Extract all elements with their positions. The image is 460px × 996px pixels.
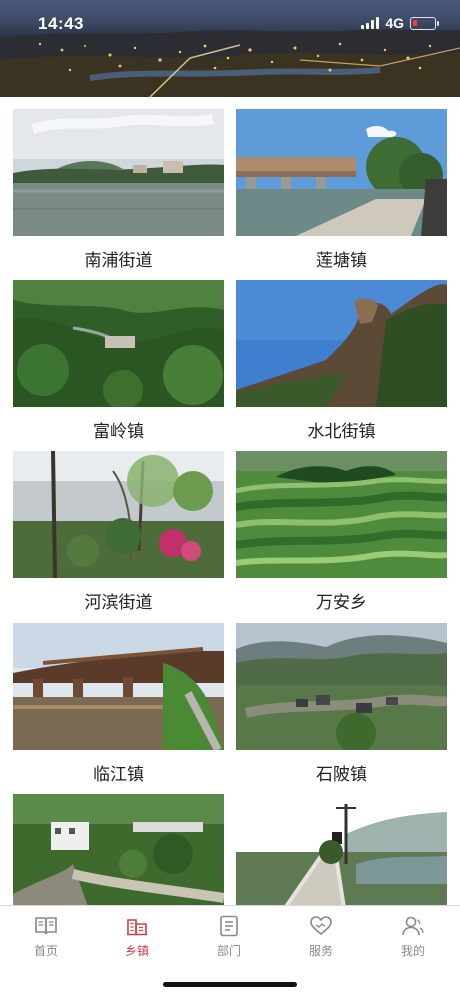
tab-home[interactable]: 首页 <box>16 914 76 959</box>
town-name: 河滨街道 <box>84 593 153 612</box>
town-name: 石陂镇 <box>316 765 367 784</box>
town-photo <box>236 794 447 905</box>
heart-hand-icon <box>310 916 332 936</box>
town-card[interactable]: 万安乡 <box>236 451 447 614</box>
status-indicators: 4G <box>361 15 439 31</box>
bottom-tab-bar: 首页 乡镇 部门 服务 我的 <box>0 905 460 996</box>
town-name: 南浦街道 <box>84 251 153 270</box>
status-time: 14:43 <box>38 14 84 33</box>
town-name: 临江镇 <box>93 765 144 784</box>
town-photo <box>13 623 224 750</box>
tab-departments[interactable]: 部门 <box>199 914 259 959</box>
battery-icon <box>410 16 439 30</box>
city-night-banner: 14:43 4G <box>0 0 460 97</box>
town-photo <box>13 280 224 407</box>
network-type: 4G <box>385 15 404 31</box>
town-grid: 南浦街道 莲塘镇 富岭镇 水北街镇 河滨街道 万安乡 临江镇 石陂镇 <box>0 97 460 905</box>
signal-icon <box>361 17 380 29</box>
tab-label: 我的 <box>400 944 425 958</box>
town-card[interactable]: 水北街镇 <box>236 280 447 443</box>
tab-me[interactable]: 我的 <box>383 914 443 959</box>
town-photo <box>236 280 447 407</box>
tab-label: 部门 <box>216 944 241 958</box>
town-card[interactable]: 临江镇 <box>13 623 224 786</box>
town-card[interactable]: 石陂镇 <box>236 623 447 786</box>
tab-towns[interactable]: 乡镇 <box>107 914 167 959</box>
town-name: 万安乡 <box>316 593 367 612</box>
town-photo <box>13 794 224 905</box>
town-icon <box>127 919 147 936</box>
town-photo <box>13 451 224 578</box>
town-photo <box>236 451 447 578</box>
town-photo <box>13 109 224 236</box>
town-photo <box>236 109 447 236</box>
tab-label: 首页 <box>33 944 58 958</box>
town-card[interactable]: 富岭镇 <box>13 280 224 443</box>
document-icon <box>220 915 238 937</box>
user-icon <box>402 916 424 936</box>
home-indicator <box>163 982 297 987</box>
town-photo <box>236 623 447 750</box>
town-card[interactable] <box>236 794 447 905</box>
town-card[interactable]: 南浦街道 <box>13 109 224 272</box>
tab-services[interactable]: 服务 <box>291 914 351 959</box>
town-card[interactable] <box>13 794 224 905</box>
town-name: 莲塘镇 <box>316 251 367 270</box>
app-screen: 14:43 4G 南浦街道 莲塘镇 富岭镇 水北街镇 河滨街道 万安乡 临江镇 … <box>0 0 460 996</box>
town-card[interactable]: 河滨街道 <box>13 451 224 614</box>
tab-label: 服务 <box>308 944 333 958</box>
town-card[interactable]: 莲塘镇 <box>236 109 447 272</box>
tab-label: 乡镇 <box>124 944 149 958</box>
book-icon <box>35 917 57 935</box>
town-name: 水北街镇 <box>307 422 376 441</box>
town-name: 富岭镇 <box>93 422 144 441</box>
